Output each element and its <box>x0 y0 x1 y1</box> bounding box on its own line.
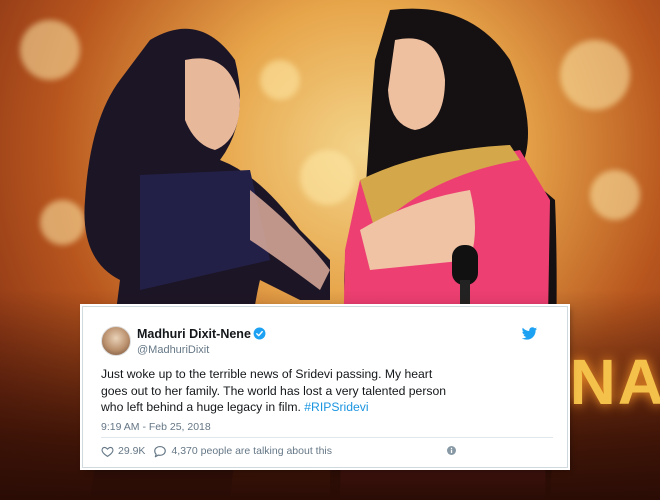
talking-count[interactable]: 4,370 people are talking about this <box>171 445 332 457</box>
divider <box>101 437 553 438</box>
likes-count[interactable]: 29.9K <box>118 445 145 457</box>
reply-bubble-icon[interactable] <box>153 445 167 458</box>
heart-icon[interactable] <box>101 445 114 458</box>
avatar[interactable] <box>101 326 131 356</box>
hashtag-link[interactable]: #RIPSridevi <box>304 400 368 414</box>
tweet-text: Just woke up to the terrible news of Sri… <box>101 366 501 416</box>
tweet-text-line-3: who left behind a huge legacy in film. <box>101 400 305 414</box>
info-icon[interactable] <box>447 446 456 455</box>
user-handle[interactable]: @MadhuriDixit <box>137 344 209 356</box>
tweet-timestamp[interactable]: 9:19 AM - Feb 25, 2018 <box>101 421 211 433</box>
tweet-text-line-1: Just woke up to the terrible news of Sri… <box>101 367 433 381</box>
display-name[interactable]: Madhuri Dixit-Nene <box>137 327 251 341</box>
stage-signage: NA <box>569 346 660 418</box>
twitter-bird-icon[interactable] <box>521 327 538 341</box>
tweet-stats: 29.9K 4,370 people are talking about thi… <box>101 443 332 459</box>
tweet-card[interactable]: Madhuri Dixit-Nene @MadhuriDixit Just wo… <box>82 306 568 468</box>
verified-badge-icon <box>253 327 266 340</box>
tweet-text-line-2: goes out to her family. The world has lo… <box>101 383 447 398</box>
